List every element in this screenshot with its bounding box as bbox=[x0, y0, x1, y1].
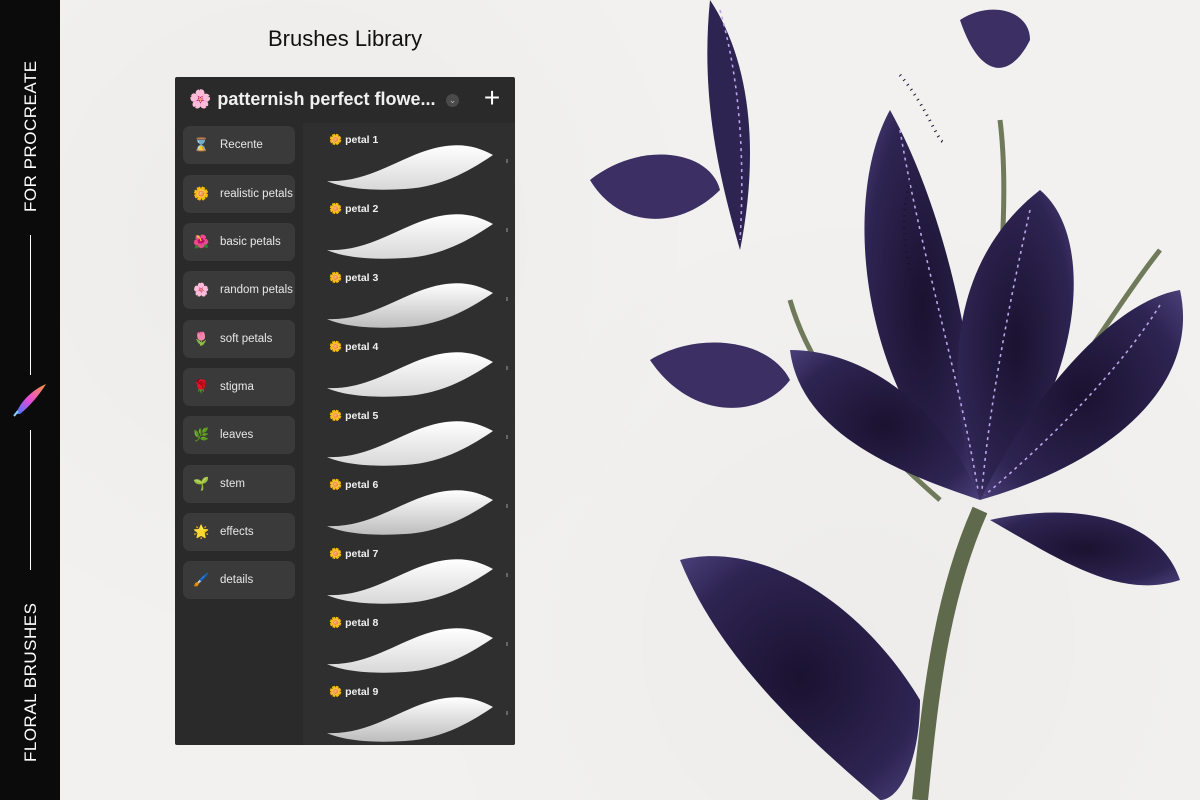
brush-item[interactable]: 🌼 petal 1 bbox=[325, 133, 508, 191]
brush-name-text: petal 6 bbox=[345, 479, 379, 491]
divider-line bbox=[30, 430, 31, 570]
brush-name: 🌼 petal 3 bbox=[329, 271, 378, 284]
brush-name: 🌼 petal 9 bbox=[329, 685, 378, 698]
brush-set-icon: 🌿 bbox=[193, 427, 210, 442]
brush-item[interactable]: 🌼 petal 6 bbox=[325, 478, 508, 536]
flower-icon: 🌼 bbox=[329, 479, 343, 491]
brush-item[interactable]: 🌼 petal 7 bbox=[325, 547, 508, 605]
brush-set-icon: 🌺 bbox=[193, 234, 210, 249]
brush-set-icon: 🌹 bbox=[193, 379, 210, 394]
sidebar-item-realistic-petals[interactable]: 🌼 realistic petals bbox=[183, 175, 295, 213]
sidebar-item-soft-petals[interactable]: 🌷 soft petals bbox=[183, 320, 295, 358]
library-caption: Brushes Library bbox=[268, 26, 423, 51]
flower-icon: 🌼 bbox=[329, 134, 343, 146]
sidebar-item-stigma[interactable]: 🌹 stigma bbox=[183, 368, 295, 406]
scroll-tick bbox=[506, 297, 508, 301]
add-brush-button[interactable]: + bbox=[480, 84, 504, 112]
sidebar-item-label: basic petals bbox=[220, 235, 281, 248]
brush-name: 🌼 petal 5 bbox=[329, 409, 378, 422]
brush-name-text: petal 5 bbox=[345, 410, 379, 422]
brush-set-icon: 🖌️ bbox=[193, 572, 210, 587]
flower-icon: 🌼 bbox=[329, 410, 343, 422]
flower-icon: 🌼 bbox=[329, 203, 343, 215]
procreate-logo-icon bbox=[13, 384, 46, 417]
sidebar-item-label: effects bbox=[220, 525, 254, 538]
brush-set-sidebar: ⌛ Recente 🌼 realistic petals 🌺 basic petals 🌸 r… bbox=[175, 123, 303, 745]
brush-set-icon: 🌷 bbox=[193, 331, 210, 346]
sidebar-item-label: realistic petals bbox=[220, 187, 293, 200]
side-title-bottom: FLORAL BRUSHES bbox=[21, 602, 40, 762]
flower-icon: 🌼 bbox=[329, 272, 343, 284]
brush-item[interactable]: 🌼 petal 2 bbox=[325, 202, 508, 260]
brush-name-text: petal 7 bbox=[345, 548, 379, 560]
flower-icon: 🌼 bbox=[329, 548, 343, 560]
sidebar-item-Recente[interactable]: ⌛ Recente bbox=[183, 126, 295, 164]
brush-set-icon: 🌟 bbox=[193, 524, 210, 539]
scroll-tick bbox=[506, 228, 508, 232]
sidebar-item-label: details bbox=[220, 573, 254, 586]
brush-set-icon: ⌛ bbox=[193, 137, 210, 152]
cherry-blossom-icon: 🌸 bbox=[189, 89, 212, 109]
purple-flower-illustration bbox=[590, 0, 1184, 800]
sidebar-item-label: leaves bbox=[220, 428, 254, 441]
brush-set-icon: 🌸 bbox=[193, 282, 210, 297]
brush-set-icon: 🌼 bbox=[193, 186, 210, 201]
brush-set-title-text: patternish perfect flowe... bbox=[217, 89, 436, 109]
brush-name-text: petal 9 bbox=[345, 686, 379, 698]
brush-name-text: petal 8 bbox=[345, 617, 379, 629]
brush-item[interactable]: 🌼 petal 4 bbox=[325, 340, 508, 398]
brush-library-panel: 🌸 patternish perfect flowe... ⌄ + ⌛ Recent… bbox=[175, 77, 515, 745]
chevron-down-icon[interactable]: ⌄ bbox=[446, 94, 459, 107]
panel-header: 🌸 patternish perfect flowe... ⌄ + bbox=[175, 77, 515, 123]
scroll-tick bbox=[506, 642, 508, 646]
sidebar-item-label: stem bbox=[220, 477, 245, 490]
sidebar-item-stem[interactable]: 🌱 stem bbox=[183, 465, 295, 503]
flower-icon: 🌼 bbox=[329, 341, 343, 353]
sidebar-item-label: soft petals bbox=[220, 332, 273, 345]
scroll-tick bbox=[506, 573, 508, 577]
brush-list: 🌼 petal 1 🌼 petal 2 🌼 petal 3 🌼 petal 4 🌼 petal 5… bbox=[303, 123, 515, 745]
sidebar-item-basic-petals[interactable]: 🌺 basic petals bbox=[183, 223, 295, 261]
brush-name: 🌼 petal 1 bbox=[329, 133, 378, 146]
brush-item[interactable]: 🌼 petal 9 bbox=[325, 685, 508, 743]
brush-name: 🌼 petal 7 bbox=[329, 547, 378, 560]
sidebar-item-random-petals[interactable]: 🌸 random petals bbox=[183, 271, 295, 309]
brush-name: 🌼 petal 2 bbox=[329, 202, 378, 215]
sidebar-item-label: Recente bbox=[220, 138, 263, 151]
brush-item[interactable]: 🌼 petal 8 bbox=[325, 616, 508, 674]
brush-set-icon: 🌱 bbox=[193, 476, 210, 491]
sidebar-item-leaves[interactable]: 🌿 leaves bbox=[183, 416, 295, 454]
brush-name: 🌼 petal 8 bbox=[329, 616, 378, 629]
brush-name: 🌼 petal 6 bbox=[329, 478, 378, 491]
sidebar-item-label: random petals bbox=[220, 283, 293, 296]
sidebar-item-label: stigma bbox=[220, 380, 254, 393]
sidebar-item-effects[interactable]: 🌟 effects bbox=[183, 513, 295, 551]
flower-icon: 🌼 bbox=[329, 617, 343, 629]
scroll-tick bbox=[506, 711, 508, 715]
brush-name-text: petal 4 bbox=[345, 341, 379, 353]
divider-line bbox=[30, 235, 31, 375]
brush-name-text: petal 1 bbox=[345, 134, 379, 146]
sidebar-item-details[interactable]: 🖌️ details bbox=[183, 561, 295, 599]
scroll-tick bbox=[506, 504, 508, 508]
brush-item[interactable]: 🌼 petal 3 bbox=[325, 271, 508, 329]
brush-name-text: petal 3 bbox=[345, 272, 379, 284]
scroll-tick bbox=[506, 366, 508, 370]
side-strip: FOR PROCREATE FLORAL BRUSHES bbox=[0, 0, 60, 800]
side-title-top: FOR PROCREATE bbox=[21, 60, 40, 212]
flower-icon: 🌼 bbox=[329, 686, 343, 698]
scroll-tick bbox=[506, 435, 508, 439]
scroll-tick bbox=[506, 159, 508, 163]
brush-item[interactable]: 🌼 petal 5 bbox=[325, 409, 508, 467]
brush-set-title[interactable]: 🌸 patternish perfect flowe... bbox=[189, 89, 435, 110]
brush-name: 🌼 petal 4 bbox=[329, 340, 378, 353]
brush-name-text: petal 2 bbox=[345, 203, 379, 215]
